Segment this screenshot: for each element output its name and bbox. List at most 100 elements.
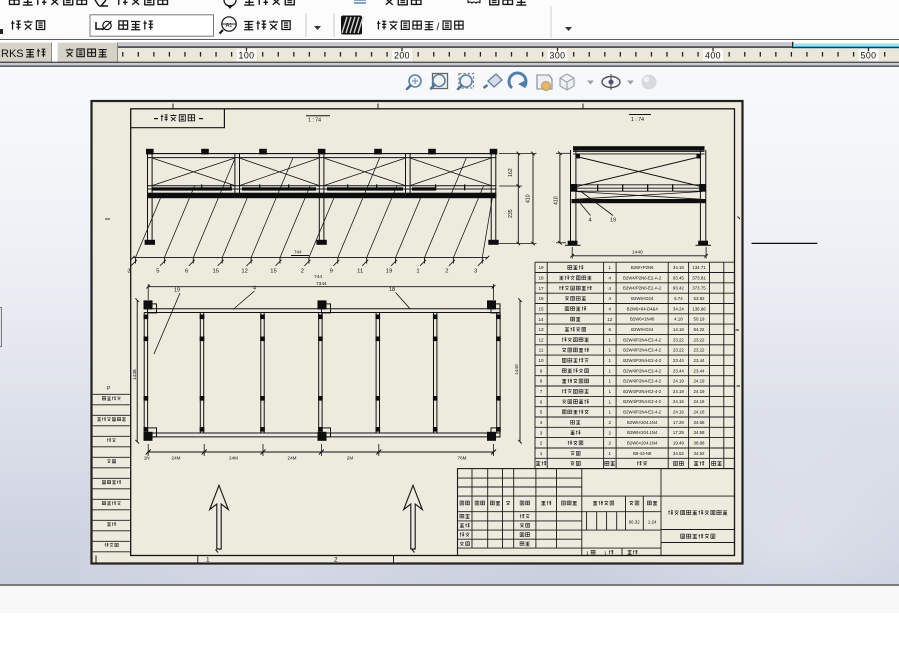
svg-text:19: 19	[610, 218, 616, 224]
svg-text:410: 410	[554, 196, 560, 205]
svg-text:34.18: 34.18	[673, 265, 685, 270]
svg-text:1: 1	[586, 551, 589, 557]
svg-text:A1: A1	[226, 23, 233, 29]
svg-text:2M: 2M	[347, 456, 354, 461]
svg-text:15: 15	[212, 269, 218, 275]
svg-text:4: 4	[253, 286, 256, 292]
svg-text:4: 4	[609, 276, 612, 281]
svg-text:24.16: 24.16	[673, 399, 685, 404]
svg-text:B8-43-N8: B8-43-N8	[633, 451, 652, 456]
svg-text:19.49: 19.49	[673, 441, 685, 446]
svg-text:38.98: 38.98	[694, 441, 706, 446]
svg-text:4.18: 4.18	[674, 317, 683, 322]
svg-text:24.16: 24.16	[694, 399, 706, 404]
svg-text:15: 15	[270, 269, 276, 275]
svg-text:34.58: 34.58	[694, 430, 706, 435]
svg-text:410: 410	[526, 194, 532, 203]
svg-text:1438: 1438	[132, 369, 138, 380]
svg-text:2: 2	[445, 269, 448, 275]
svg-text:100: 100	[239, 50, 255, 60]
svg-text:1: 1	[609, 348, 612, 353]
svg-text:500: 500	[861, 50, 877, 60]
svg-text:17.29: 17.29	[673, 430, 685, 435]
svg-text:19: 19	[538, 265, 544, 270]
svg-text:B2W×P2N6: B2W×P2N6	[631, 265, 654, 270]
svg-text:24.16: 24.16	[694, 410, 706, 415]
svg-text:17.29: 17.29	[673, 420, 685, 425]
svg-text:53.92: 53.92	[694, 296, 706, 301]
svg-text:14: 14	[538, 317, 544, 322]
svg-text:23.44: 23.44	[694, 358, 706, 363]
svg-text:1: 1	[609, 389, 612, 394]
svg-text:4: 4	[540, 420, 543, 425]
svg-text:19: 19	[386, 269, 392, 275]
svg-text:7: 7	[540, 389, 543, 394]
svg-text:12: 12	[607, 317, 613, 322]
svg-text:12: 12	[538, 337, 544, 342]
svg-text:400: 400	[705, 50, 721, 60]
svg-text:24.19: 24.19	[673, 389, 685, 394]
svg-text:1: 1	[609, 358, 612, 363]
svg-text:1: 1	[609, 410, 612, 415]
svg-text:3: 3	[540, 430, 543, 435]
svg-text:B2W4/P2N4-E2-4-2: B2W4/P2N4-E2-4-2	[623, 379, 662, 384]
svg-text:24.16: 24.16	[673, 410, 685, 415]
svg-text:B2W4/P2N4-E2-4-2: B2W4/P2N4-E2-4-2	[623, 368, 662, 373]
svg-text:24.19: 24.19	[694, 389, 706, 394]
svg-text:B2W6×64-D4&4: B2W6×64-D4&4	[627, 306, 659, 311]
svg-text:4: 4	[609, 296, 612, 301]
svg-text:23.44: 23.44	[673, 358, 685, 363]
svg-text:6.74: 6.74	[674, 296, 683, 301]
svg-text:1 : 74: 1 : 74	[631, 117, 644, 123]
svg-text:14.18: 14.18	[673, 327, 685, 332]
svg-text:5: 5	[156, 269, 159, 275]
svg-text:1: 1	[609, 337, 612, 342]
svg-text:23.44: 23.44	[694, 368, 706, 373]
svg-text:3: 3	[127, 269, 130, 275]
svg-text:15: 15	[538, 306, 544, 311]
svg-text:23.22: 23.22	[694, 337, 706, 342]
svg-text:1440: 1440	[632, 250, 643, 256]
svg-text:B2W6×204.1N4: B2W6×204.1N4	[627, 430, 658, 435]
svg-text:34.52: 34.52	[673, 451, 685, 456]
svg-text:3: 3	[474, 269, 477, 275]
svg-text:6: 6	[185, 269, 188, 275]
svg-text:24M: 24M	[288, 456, 297, 461]
svg-text:18: 18	[538, 276, 544, 281]
svg-text:2: 2	[301, 269, 304, 275]
svg-text:23.44: 23.44	[673, 368, 685, 373]
svg-text:134.71: 134.71	[692, 265, 706, 270]
svg-text:B2W4/P2N6-E2-A-2: B2W4/P2N6-E2-A-2	[623, 275, 662, 280]
svg-text:200: 200	[394, 50, 410, 60]
svg-text:373.81: 373.81	[692, 275, 706, 280]
svg-text:B2W6×204.1N4: B2W6×204.1N4	[627, 441, 658, 446]
svg-text:1: 1	[609, 379, 612, 384]
svg-text:13: 13	[538, 327, 544, 332]
svg-text:2: 2	[540, 441, 543, 446]
svg-text:1:24: 1:24	[648, 520, 657, 525]
svg-text:373.75: 373.75	[692, 286, 706, 291]
svg-text:2: 2	[609, 420, 612, 425]
svg-text:B2W4/P2N4-E2-4-2: B2W4/P2N4-E2-4-2	[623, 337, 662, 342]
svg-text:19: 19	[174, 288, 180, 294]
svg-text:6: 6	[609, 327, 612, 332]
svg-text:24.19: 24.19	[694, 379, 706, 384]
svg-text:16: 16	[538, 296, 544, 301]
svg-text:23.22: 23.22	[673, 348, 685, 353]
svg-text:18: 18	[389, 287, 395, 293]
svg-text:34.52: 34.52	[694, 451, 706, 456]
svg-text:76M: 76M	[458, 456, 467, 461]
svg-text:8: 8	[540, 379, 543, 384]
svg-text:34.58: 34.58	[694, 420, 706, 425]
svg-text:1440: 1440	[514, 364, 520, 375]
svg-text:B2W4/P2N4-E2-4-2: B2W4/P2N4-E2-4-2	[623, 358, 662, 363]
svg-text:93.42: 93.42	[673, 286, 685, 291]
svg-text:66.32: 66.32	[629, 520, 641, 525]
svg-text:RKS: RKS	[1, 48, 24, 60]
svg-text:B2W6×1N48: B2W6×1N48	[630, 317, 655, 322]
svg-text:B2W4/P2N4-E2-4-2: B2W4/P2N4-E2-4-2	[623, 348, 662, 353]
svg-text:4: 4	[609, 306, 612, 311]
svg-text:24M: 24M	[172, 456, 181, 461]
svg-text:B2W4/P2N4-E2-4-2: B2W4/P2N4-E2-4-2	[623, 389, 662, 394]
svg-text:B2W4/P2N4-E2-4-2: B2W4/P2N4-E2-4-2	[623, 399, 662, 404]
